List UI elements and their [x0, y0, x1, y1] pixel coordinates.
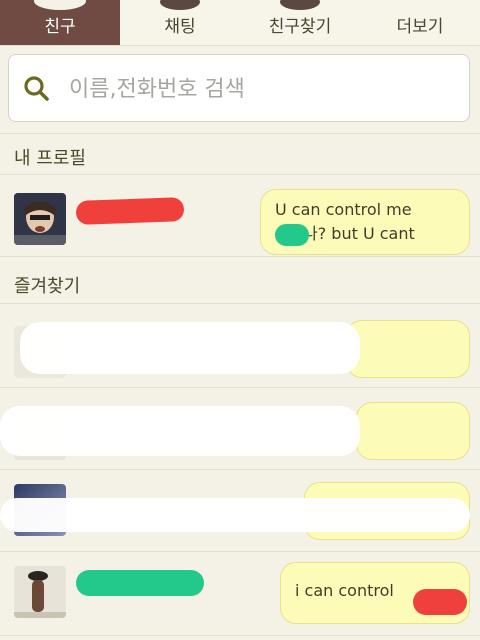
tab-chats-label: 채팅: [164, 17, 196, 37]
search-input[interactable]: [67, 69, 451, 109]
tab-more[interactable]: 더보기: [360, 0, 480, 45]
favorite-row[interactable]: [0, 470, 480, 552]
tab-friends-label: 친구: [44, 17, 76, 37]
tab-more-label: 더보기: [396, 17, 444, 37]
favorite-row[interactable]: [0, 388, 480, 470]
section-favorites: 즐겨찾기: [0, 262, 480, 304]
favorite-row[interactable]: [0, 306, 480, 388]
section-my-profile: 내 프로필: [0, 133, 480, 175]
tab-chats[interactable]: 채팅: [120, 0, 240, 45]
avatar[interactable]: [14, 193, 66, 245]
status-bubble[interactable]: i can control: [280, 562, 470, 624]
favorite-row[interactable]: i can control: [0, 552, 480, 636]
section-my-profile-label: 내 프로필: [14, 148, 86, 169]
status-bubble[interactable]: [356, 402, 470, 460]
status-line-1: U can control me: [275, 200, 412, 219]
tab-bar: 친구 채팅 친구찾기 더보기: [0, 0, 480, 46]
avatar-photo: [14, 193, 66, 245]
my-profile-row[interactable]: U can control me 나? but U cant: [0, 175, 480, 257]
redacted-status: [413, 589, 467, 615]
scribble-redaction: [0, 498, 470, 532]
status-bubble[interactable]: [346, 320, 470, 378]
status-text: i can control: [295, 581, 394, 600]
tab-friends[interactable]: 친구: [0, 0, 120, 45]
avatar[interactable]: [14, 566, 66, 618]
scribble-redaction: [0, 406, 360, 456]
redacted-status: [275, 224, 309, 246]
friends-tab-icon: [34, 0, 86, 10]
avatar-photo: [14, 566, 66, 618]
status-bubble[interactable]: U can control me 나? but U cant: [260, 189, 470, 255]
section-favorites-label: 즐겨찾기: [14, 276, 81, 297]
redacted-name: [75, 197, 185, 225]
tab-find-friends[interactable]: 친구찾기: [240, 0, 360, 45]
find-friends-tab-icon: [280, 0, 320, 10]
redacted-name: [76, 570, 204, 596]
scribble-redaction: [20, 322, 360, 374]
tab-find-friends-label: 친구찾기: [268, 17, 332, 37]
search-box: [8, 54, 470, 122]
chat-tab-icon: [160, 0, 200, 10]
search-icon: [24, 76, 49, 101]
